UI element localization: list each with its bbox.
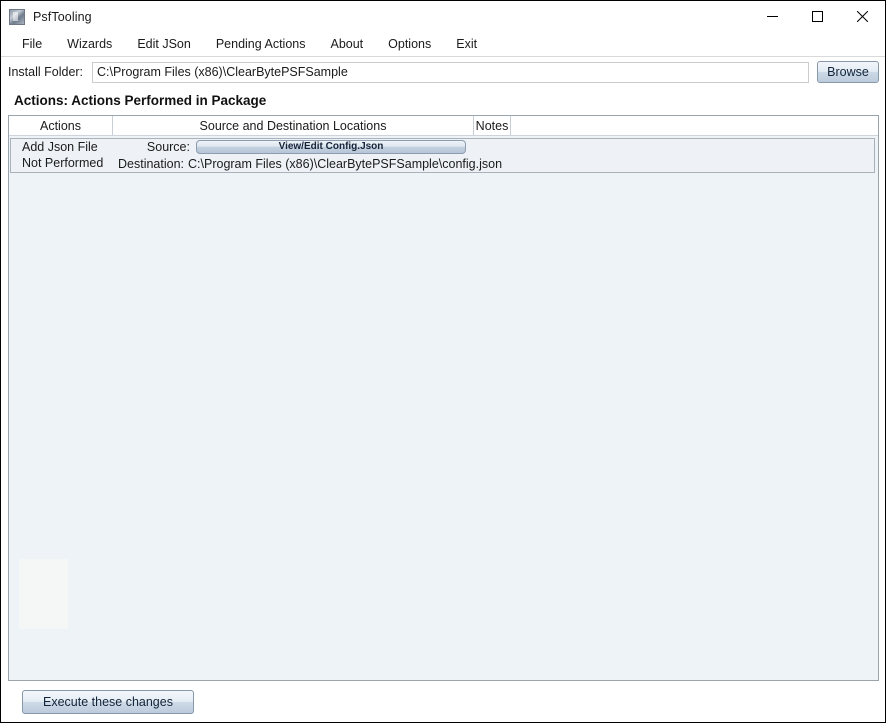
column-header-actions[interactable]: Actions <box>9 116 113 135</box>
column-header-notes[interactable]: Notes <box>474 116 511 135</box>
browse-button[interactable]: Browse <box>817 61 879 83</box>
install-folder-input[interactable] <box>92 61 809 83</box>
row-action-status: Not Performed <box>22 156 104 170</box>
destination-value: C:\Program Files (x86)\ClearBytePSFSampl… <box>188 157 503 171</box>
menu-item-wizards[interactable]: Wizards <box>67 37 126 51</box>
title-bar: PsfTooling <box>1 1 885 32</box>
empty-area-highlight <box>19 559 68 629</box>
source-line: Source: View/Edit Config.Json <box>118 139 874 155</box>
section-heading: Actions: Actions Performed in Package <box>14 93 267 108</box>
table-row[interactable]: Add Json File Not Performed Source: View… <box>10 138 875 173</box>
minimize-icon <box>767 16 778 17</box>
column-header-filler <box>511 116 878 135</box>
row-locations-cell: Source: View/Edit Config.Json Destinatio… <box>115 139 874 172</box>
maximize-icon <box>812 11 823 22</box>
menu-item-about[interactable]: About <box>330 37 377 51</box>
maximize-button[interactable] <box>795 1 840 32</box>
menu-item-options[interactable]: Options <box>388 37 445 51</box>
install-folder-row: Install Folder: Browse <box>1 57 885 87</box>
footer-bar: Execute these changes <box>1 681 885 722</box>
actions-table-header: Actions Source and Destination Locations… <box>9 116 878 136</box>
menu-item-exit[interactable]: Exit <box>456 37 491 51</box>
menu-item-file[interactable]: File <box>22 37 56 51</box>
minimize-button[interactable] <box>750 1 795 32</box>
column-header-locations[interactable]: Source and Destination Locations <box>113 116 474 135</box>
actions-table: Actions Source and Destination Locations… <box>8 115 879 681</box>
destination-label: Destination: <box>118 157 185 171</box>
close-icon <box>857 11 868 22</box>
window-title: PsfTooling <box>33 9 92 24</box>
destination-line: Destination: C:\Program Files (x86)\Clea… <box>118 156 874 172</box>
source-label: Source: <box>146 140 190 154</box>
application-window: PsfTooling File Wizards Edit JSon Pendin… <box>0 0 886 723</box>
close-button[interactable] <box>840 1 885 32</box>
menu-bar: File Wizards Edit JSon Pending Actions A… <box>1 32 885 57</box>
window-controls <box>750 1 885 32</box>
row-action-name: Add Json File <box>22 140 98 154</box>
app-icon <box>9 8 25 25</box>
row-actions-cell: Add Json File Not Performed <box>11 140 115 171</box>
menu-item-pending-actions[interactable]: Pending Actions <box>216 37 320 51</box>
menu-item-edit-json[interactable]: Edit JSon <box>137 37 205 51</box>
view-edit-config-json-button[interactable]: View/Edit Config.Json <box>196 140 466 154</box>
actions-table-body: Add Json File Not Performed Source: View… <box>9 136 878 680</box>
install-folder-label: Install Folder: <box>8 65 84 79</box>
execute-changes-button[interactable]: Execute these changes <box>22 689 194 714</box>
